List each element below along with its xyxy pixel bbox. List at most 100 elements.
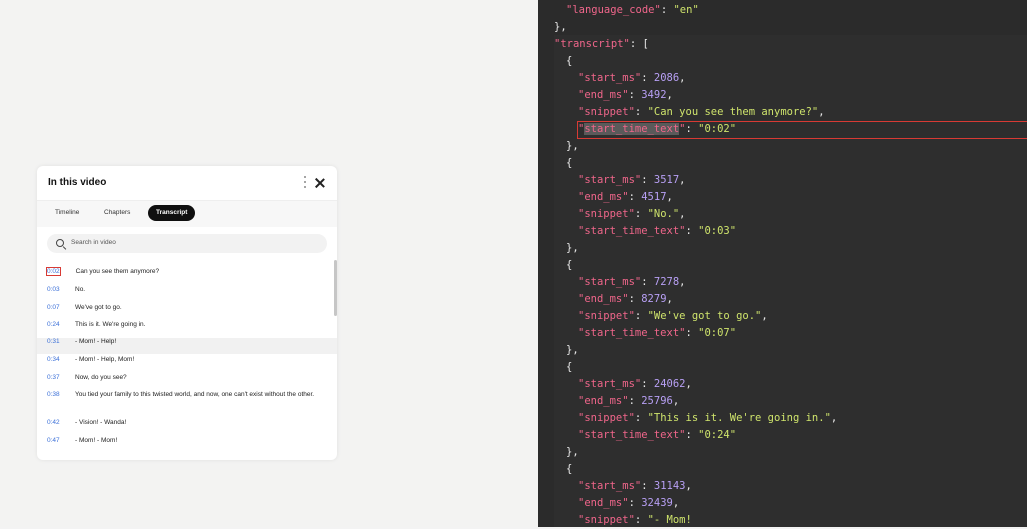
timestamp-link[interactable]: 0:03: [47, 286, 75, 293]
code-token: :: [634, 412, 648, 424]
code-token: "end_ms": [578, 89, 629, 101]
code-token: :: [628, 395, 642, 407]
code-token: },: [566, 140, 579, 152]
code-token: 25796: [641, 395, 673, 407]
code-token: ,: [761, 310, 768, 322]
code-token: 3492: [641, 89, 667, 101]
timestamp-link[interactable]: 0:47: [47, 437, 75, 444]
transcript-row[interactable]: 0:02 Can you see them anymore?: [37, 267, 337, 284]
snippet-text: We've got to go.: [75, 304, 122, 311]
snippet-text: No.: [75, 286, 86, 293]
code-token: "No.": [647, 208, 680, 220]
code-token: ,: [672, 395, 680, 407]
timestamp-link[interactable]: 0:37: [47, 374, 75, 381]
code-line: {: [566, 257, 572, 274]
code-token: :: [634, 208, 648, 220]
code-line: },: [566, 342, 579, 359]
code-token: 8279: [641, 293, 667, 305]
code-line: "snippet": "- Mom!: [578, 512, 692, 529]
code-token: },: [566, 344, 579, 356]
code-token: 31143: [653, 480, 686, 492]
tab-chapters[interactable]: Chapters: [96, 205, 138, 221]
code-token: 7278: [653, 276, 680, 288]
code-token: ,: [685, 480, 692, 492]
code-token: "end_ms": [578, 395, 629, 407]
timestamp-link[interactable]: 0:07: [47, 304, 75, 311]
snippet-text: - Mom! - Mom!: [75, 437, 118, 444]
code-token: {: [566, 157, 573, 169]
transcript-row[interactable]: 0:47- Mom! - Mom!: [37, 437, 337, 453]
code-token: "We've got to go.": [647, 310, 762, 322]
transcript-row[interactable]: 0:31- Mom! - Help!: [37, 338, 337, 354]
code-line: "transcript": [: [554, 36, 649, 53]
code-token: "- Mom!: [647, 514, 692, 526]
code-token: "snippet": [578, 106, 635, 118]
transcript-row[interactable]: 0:37 Now, do you see?: [37, 374, 337, 390]
timestamp-link[interactable]: 0:02: [46, 267, 61, 276]
code-token: :: [628, 191, 642, 203]
snippet-text: - Vision! - Wanda!: [75, 419, 127, 426]
code-line: "end_ms": 3492,: [578, 87, 673, 104]
code-token: "start_ms": [578, 72, 642, 84]
code-line: },: [566, 138, 579, 155]
code-token: "transcript": [554, 38, 630, 50]
transcript-row[interactable]: 0:03 No.: [37, 286, 337, 302]
code-line: "start_time_text": "0:24": [578, 427, 736, 444]
code-token: ,: [830, 412, 838, 424]
search-icon: [56, 239, 64, 247]
code-token: ,: [666, 293, 673, 305]
panel-tabs: Timeline Chapters Transcript: [37, 200, 337, 227]
code-token: 24062: [653, 378, 686, 390]
panel-header: In this video: [37, 166, 337, 200]
transcript-row[interactable]: 0:38 You tied your family to this twisted…: [37, 391, 337, 413]
transcript-row[interactable]: 0:07 We've got to go.: [37, 304, 337, 320]
search-placeholder: Search in video: [71, 239, 116, 246]
code-line: "snippet": "No.",: [578, 206, 686, 223]
transcript-row[interactable]: 0:42- Vision! - Wanda!: [37, 419, 337, 435]
code-token: },: [554, 21, 567, 33]
close-icon[interactable]: [314, 177, 326, 189]
code-token: "end_ms": [578, 293, 629, 305]
code-line: },: [566, 444, 579, 461]
code-line: "start_ms": 7278,: [578, 274, 686, 291]
code-token: "snippet": [578, 412, 635, 424]
code-token: "start_ms": [578, 480, 642, 492]
transcript-row[interactable]: 0:24 This is it. We're going in.: [37, 321, 337, 337]
timestamp-link[interactable]: 0:38: [47, 391, 75, 398]
code-token: "en": [673, 4, 699, 16]
code-token: :: [641, 480, 654, 492]
transcript-row[interactable]: 0:34- Mom! - Help, Mom!: [37, 356, 337, 372]
code-token: "Can you see them anymore?": [647, 106, 819, 118]
timestamp-link[interactable]: 0:31: [47, 338, 75, 345]
code-line: "end_ms": 25796,: [578, 393, 679, 410]
snippet-text: - Mom! - Help, Mom!: [75, 356, 135, 363]
more-options-icon[interactable]: [303, 176, 307, 188]
code-token: "end_ms": [578, 191, 629, 203]
code-token: },: [566, 446, 579, 458]
code-token: "start_ms": [578, 174, 642, 186]
timestamp-link[interactable]: 0:34: [47, 356, 75, 363]
timestamp-link[interactable]: 0:24: [47, 321, 75, 328]
code-line: "end_ms": 4517,: [578, 189, 673, 206]
code-token: ,: [679, 276, 686, 288]
code-token: ,: [818, 106, 825, 118]
code-token: "0:07": [698, 327, 737, 339]
code-token: 2086: [653, 72, 680, 84]
tab-timeline[interactable]: Timeline: [47, 205, 87, 221]
code-token: :: [685, 327, 699, 339]
code-token: {: [566, 259, 573, 271]
timestamp-link[interactable]: 0:42: [47, 419, 75, 426]
scrollbar[interactable]: [334, 260, 337, 316]
snippet-text: Can you see them anymore?: [75, 268, 160, 275]
code-token: :: [628, 497, 642, 509]
code-line: "snippet": "This is it. We're going in."…: [578, 410, 837, 427]
code-token: :: [685, 429, 699, 441]
code-token: ,: [679, 208, 686, 220]
code-token: ,: [666, 89, 673, 101]
code-token: "end_ms": [578, 497, 629, 509]
code-token: :: [634, 106, 648, 118]
search-input[interactable]: Search in video: [47, 234, 327, 253]
code-token: :: [641, 276, 654, 288]
tab-transcript[interactable]: Transcript: [148, 205, 196, 221]
transcript-panel: In this video Timeline Chapters Transcri…: [37, 166, 337, 460]
